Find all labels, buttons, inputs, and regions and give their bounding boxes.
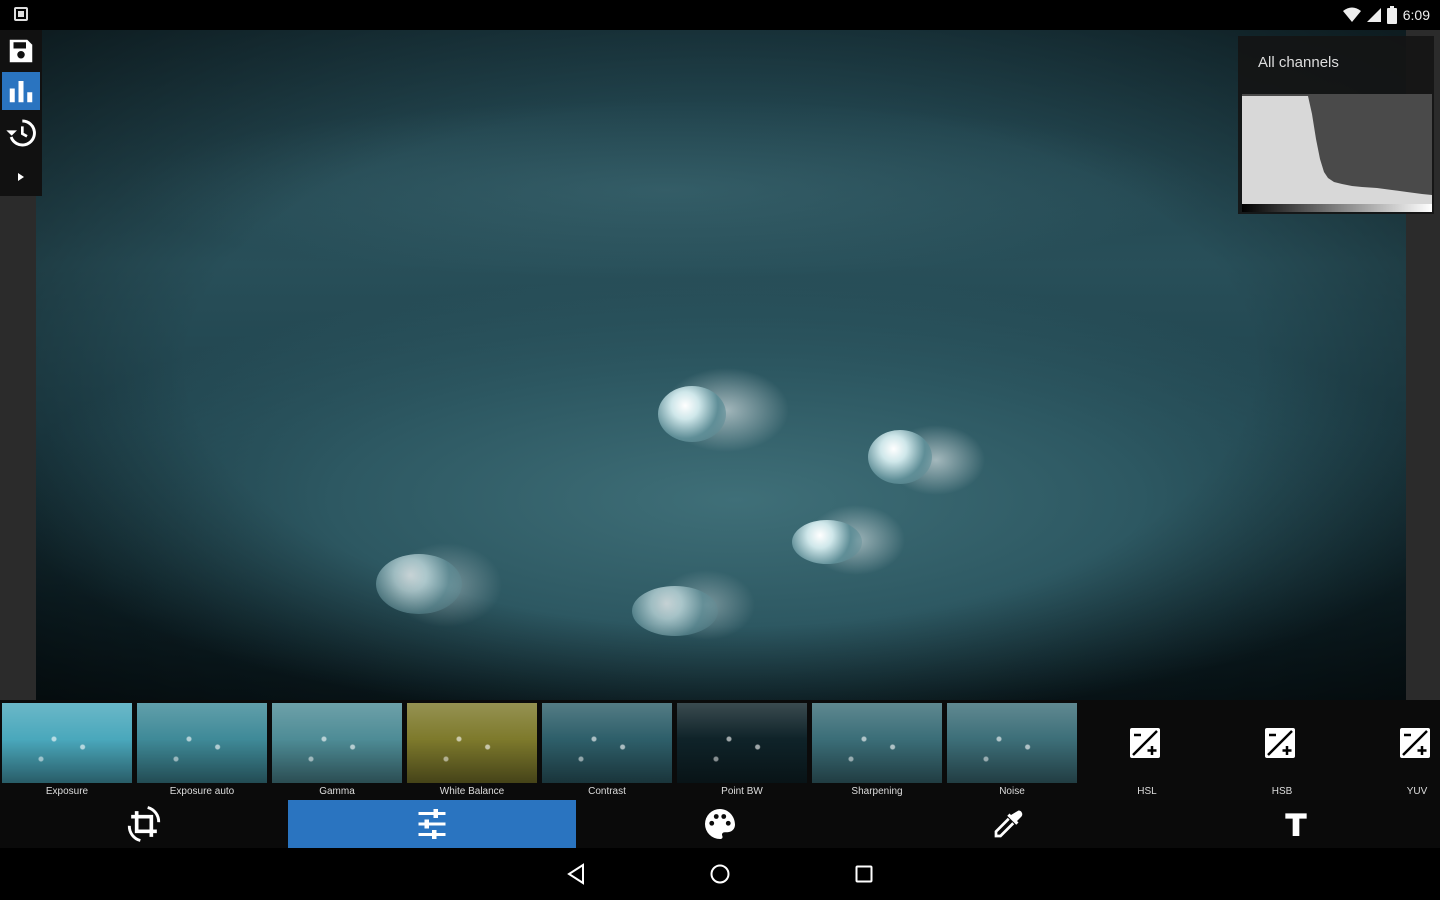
filter-thumbnail bbox=[542, 703, 672, 783]
system-nav-bar bbox=[0, 848, 1440, 900]
adjust-plus-icon bbox=[1130, 728, 1160, 758]
histogram-channel-label: All channels bbox=[1258, 54, 1339, 71]
history-button[interactable] bbox=[2, 114, 40, 152]
recents-button[interactable] bbox=[850, 860, 878, 888]
filter-thumbnail bbox=[812, 703, 942, 783]
save-button[interactable] bbox=[2, 32, 40, 70]
status-bar: 6:09 bbox=[0, 0, 1440, 30]
left-toolbar bbox=[0, 30, 42, 196]
home-button[interactable] bbox=[706, 860, 734, 888]
filter-label: HSB bbox=[1271, 786, 1293, 797]
filter-label: YUV bbox=[1406, 786, 1428, 797]
filter-gamma[interactable]: Gamma bbox=[270, 700, 402, 800]
clock: 6:09 bbox=[1402, 7, 1430, 23]
tab-color-picker[interactable] bbox=[864, 800, 1152, 848]
status-icons: 6:09 bbox=[1342, 5, 1430, 25]
adjust-plus-icon bbox=[1265, 728, 1295, 758]
filter-hsl[interactable]: HSL bbox=[1080, 700, 1212, 800]
adjust-plus-icon bbox=[1400, 728, 1430, 758]
wifi-icon bbox=[1342, 7, 1361, 22]
filter-label: Noise bbox=[999, 786, 1025, 797]
tab-color[interactable] bbox=[576, 800, 864, 848]
save-icon bbox=[9, 39, 33, 63]
crop-rotate-icon bbox=[127, 806, 161, 842]
battery-icon bbox=[1386, 6, 1397, 24]
tab-text[interactable] bbox=[1152, 800, 1440, 848]
palette-icon bbox=[705, 809, 735, 839]
signal-icon bbox=[1366, 8, 1381, 22]
histogram-icon bbox=[9, 81, 33, 103]
filter-thumbnail bbox=[137, 703, 267, 783]
filter-strip[interactable]: Exposure Exposure auto Gamma White Balan… bbox=[0, 700, 1440, 800]
tab-adjustments[interactable] bbox=[288, 800, 576, 848]
tool-tab-bar bbox=[0, 800, 1440, 848]
histogram-curve bbox=[1242, 96, 1432, 206]
history-icon bbox=[6, 119, 36, 147]
filter-white-balance[interactable]: White Balance bbox=[405, 700, 537, 800]
filter-thumbnail bbox=[272, 703, 402, 783]
filter-point-bw[interactable]: Point BW bbox=[675, 700, 807, 800]
filter-label: Exposure auto bbox=[169, 786, 235, 797]
filter-label: Point BW bbox=[721, 786, 763, 797]
home-icon bbox=[710, 864, 730, 884]
filter-label: Exposure bbox=[45, 786, 89, 797]
eyedropper-icon bbox=[994, 810, 1023, 838]
filter-label: Sharpening bbox=[851, 786, 903, 797]
expand-arrow-icon bbox=[18, 173, 24, 181]
filter-thumbnail bbox=[407, 703, 537, 783]
expand-toolbar-button[interactable] bbox=[2, 158, 40, 196]
histogram-graph bbox=[1242, 94, 1432, 206]
filter-exposure[interactable]: Exposure bbox=[0, 700, 132, 800]
filter-thumbnail bbox=[947, 703, 1077, 783]
filter-sharpening[interactable]: Sharpening bbox=[810, 700, 942, 800]
recents-icon bbox=[855, 865, 873, 883]
filter-exposure-auto[interactable]: Exposure auto bbox=[135, 700, 267, 800]
histogram-panel[interactable]: All channels bbox=[1238, 36, 1434, 214]
tune-sliders-icon bbox=[418, 809, 446, 839]
histogram-gradient bbox=[1242, 204, 1432, 212]
filter-label: White Balance bbox=[439, 786, 505, 797]
editor-canvas bbox=[0, 30, 1440, 700]
filter-yuv[interactable]: YUV bbox=[1350, 700, 1440, 800]
back-icon bbox=[567, 863, 584, 885]
filter-thumbnail bbox=[2, 703, 132, 783]
text-icon bbox=[1285, 813, 1307, 836]
histogram-button[interactable] bbox=[2, 72, 40, 110]
filter-label: Contrast bbox=[588, 786, 626, 797]
filter-noise[interactable]: Noise bbox=[945, 700, 1077, 800]
back-button[interactable] bbox=[562, 860, 590, 888]
vignette bbox=[36, 30, 1406, 700]
filter-contrast[interactable]: Contrast bbox=[540, 700, 672, 800]
filter-hsb[interactable]: HSB bbox=[1215, 700, 1347, 800]
filter-label: HSL bbox=[1137, 786, 1157, 797]
tab-crop-rotate[interactable] bbox=[0, 800, 288, 848]
photo-preview[interactable] bbox=[36, 30, 1406, 700]
notification-icon bbox=[14, 7, 28, 21]
filter-thumbnail bbox=[677, 703, 807, 783]
filter-label: Gamma bbox=[319, 786, 355, 797]
